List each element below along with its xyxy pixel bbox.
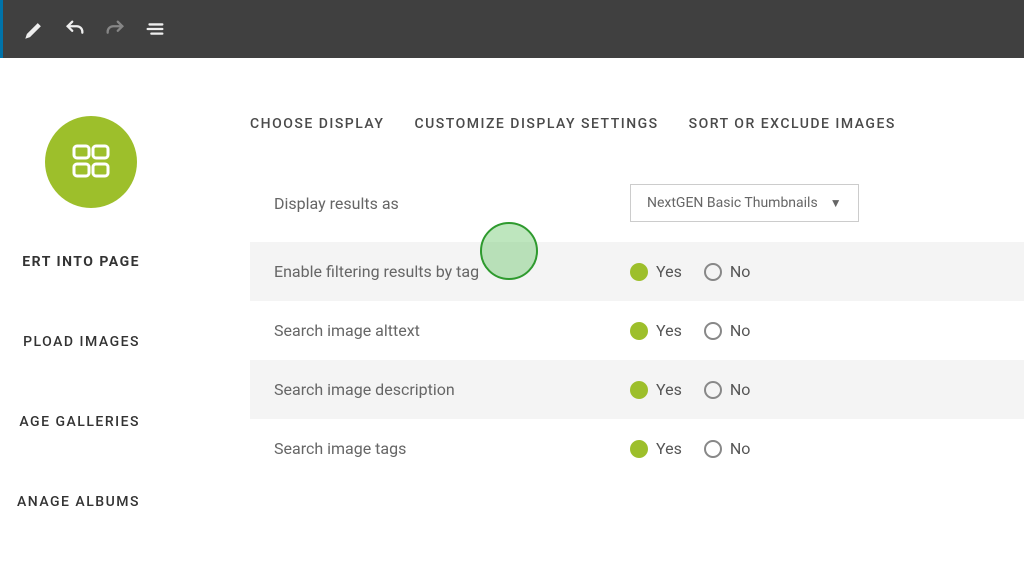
radio-icon xyxy=(630,322,648,340)
setting-label: Enable filtering results by tag xyxy=(274,262,630,281)
radio-label: No xyxy=(730,439,751,458)
radio-label: No xyxy=(730,380,751,399)
radio-icon xyxy=(630,440,648,458)
radio-yes[interactable]: Yes xyxy=(630,321,682,340)
radio-label: No xyxy=(730,321,751,340)
pencil-icon[interactable] xyxy=(15,9,55,49)
top-toolbar xyxy=(0,0,1024,58)
radio-icon xyxy=(704,263,722,281)
radio-icon xyxy=(630,381,648,399)
setting-label: Search image tags xyxy=(274,439,630,458)
radio-label: Yes xyxy=(656,380,682,399)
sidebar-item-insert[interactable]: ERT INTO PAGE xyxy=(0,246,140,278)
tab-customize-settings[interactable]: CUSTOMIZE DISPLAY SETTINGS xyxy=(415,116,659,132)
setting-label: Display results as xyxy=(274,194,630,213)
dropdown-value: NextGEN Basic Thumbnails xyxy=(647,195,818,211)
setting-label: Search image alttext xyxy=(274,321,630,340)
display-results-dropdown[interactable]: NextGEN Basic Thumbnails ▼ xyxy=(630,184,859,222)
undo-icon[interactable] xyxy=(55,9,95,49)
sidebar-item-upload[interactable]: PLOAD IMAGES xyxy=(0,326,140,358)
tab-choose-display[interactable]: CHOOSE DISPLAY xyxy=(250,116,385,132)
setting-enable-filtering: Enable filtering results by tag Yes No xyxy=(250,242,1024,301)
setting-label: Search image description xyxy=(274,380,630,399)
setting-search-description: Search image description Yes No xyxy=(250,360,1024,419)
radio-yes[interactable]: Yes xyxy=(630,439,682,458)
tab-sort-exclude[interactable]: SORT OR EXCLUDE IMAGES xyxy=(689,116,896,132)
sidebar-item-galleries[interactable]: AGE GALLERIES xyxy=(0,406,140,438)
radio-icon xyxy=(630,263,648,281)
nextgen-logo-icon xyxy=(45,116,137,208)
radio-icon xyxy=(704,322,722,340)
logo xyxy=(45,116,140,208)
radio-label: No xyxy=(730,262,751,281)
radio-icon xyxy=(704,440,722,458)
content-area: CHOOSE DISPLAY CUSTOMIZE DISPLAY SETTING… xyxy=(140,58,1024,572)
sidebar-item-albums[interactable]: ANAGE ALBUMS xyxy=(0,486,140,518)
setting-search-alttext: Search image alttext Yes No xyxy=(250,301,1024,360)
radio-label: Yes xyxy=(656,262,682,281)
radio-no[interactable]: No xyxy=(704,439,751,458)
radio-no[interactable]: No xyxy=(704,262,751,281)
redo-icon[interactable] xyxy=(95,9,135,49)
outline-menu-icon[interactable] xyxy=(135,9,175,49)
radio-yes[interactable]: Yes xyxy=(630,262,682,281)
radio-label: Yes xyxy=(656,439,682,458)
sidebar: ERT INTO PAGE PLOAD IMAGES AGE GALLERIES… xyxy=(0,58,140,572)
radio-label: Yes xyxy=(656,321,682,340)
radio-yes[interactable]: Yes xyxy=(630,380,682,399)
tabs: CHOOSE DISPLAY CUSTOMIZE DISPLAY SETTING… xyxy=(140,116,1024,164)
radio-icon xyxy=(704,381,722,399)
setting-search-tags: Search image tags Yes No xyxy=(250,419,1024,478)
setting-display-results: Display results as NextGEN Basic Thumbna… xyxy=(250,164,1024,242)
chevron-down-icon: ▼ xyxy=(830,196,842,210)
radio-no[interactable]: No xyxy=(704,380,751,399)
settings-panel: Display results as NextGEN Basic Thumbna… xyxy=(250,164,1024,478)
radio-no[interactable]: No xyxy=(704,321,751,340)
